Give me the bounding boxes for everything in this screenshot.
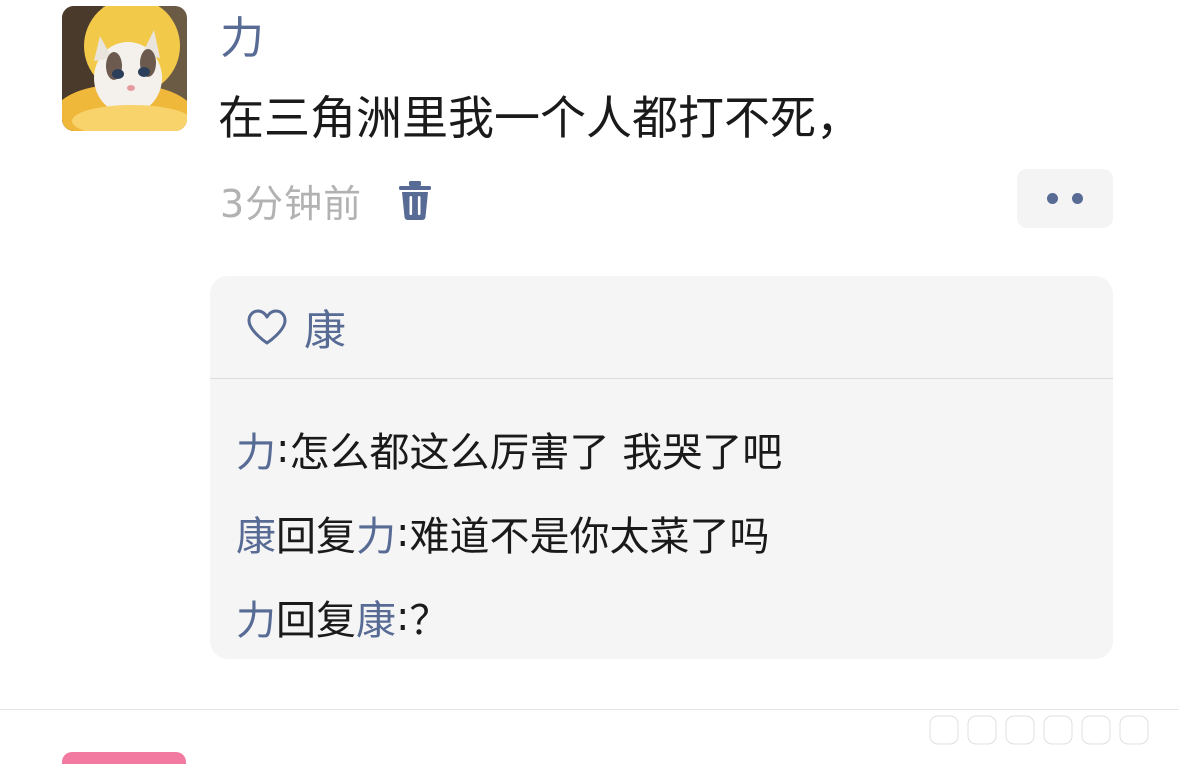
reply-target[interactable]: 康 <box>356 588 396 646</box>
post-author[interactable]: 力 <box>220 12 264 66</box>
heart-outline-icon <box>246 308 288 346</box>
comment-author[interactable]: 力 <box>236 588 276 646</box>
comment-item[interactable]: 力: 怎么都这么厉害了 我哭了吧 <box>210 407 1113 491</box>
more-button[interactable] <box>1017 169 1113 228</box>
like-name[interactable]: 康 <box>304 297 346 358</box>
comment-author[interactable]: 康 <box>236 504 276 562</box>
cat-photo-avatar-icon <box>62 6 187 131</box>
comment-item[interactable]: 康回复力: 难道不是你太菜了吗 <box>210 491 1113 575</box>
comment-separator: : <box>276 426 290 472</box>
post-text: 在三角洲里我一个人都打不死， <box>218 91 862 145</box>
comment-text: 难道不是你太菜了吗 <box>409 514 770 560</box>
interaction-panel: 康 力: 怎么都这么厉害了 我哭了吧 康回复力: 难道不是你太菜了吗 力回复康:… <box>210 276 1113 659</box>
divider <box>0 709 1179 710</box>
comment-text: 怎么都这么厉害了 我哭了吧 <box>289 430 783 476</box>
reply-word: 回复 <box>276 598 356 644</box>
comment-text: ？ <box>409 598 450 644</box>
more-dots-icon <box>1072 193 1083 204</box>
reply-word: 回复 <box>276 514 356 560</box>
reply-target[interactable]: 力 <box>356 504 396 562</box>
next-post-avatar[interactable] <box>62 752 186 764</box>
comment-separator: : <box>396 510 410 556</box>
more-dots-icon <box>1047 193 1058 204</box>
comment-list: 力: 怎么都这么厉害了 我哭了吧 康回复力: 难道不是你太菜了吗 力回复康: ？ <box>210 379 1113 659</box>
comment-author[interactable]: 力 <box>236 420 276 478</box>
avatar[interactable] <box>62 6 187 131</box>
post-meta: 3分钟前 <box>220 174 432 226</box>
likes-row: 康 <box>210 276 1113 379</box>
post-timestamp: 3分钟前 <box>220 181 363 226</box>
comment-item[interactable]: 力回复康: ？ <box>210 575 1113 659</box>
trash-icon[interactable] <box>398 179 432 221</box>
comment-separator: : <box>396 594 410 640</box>
watermark-icon <box>929 715 1149 745</box>
